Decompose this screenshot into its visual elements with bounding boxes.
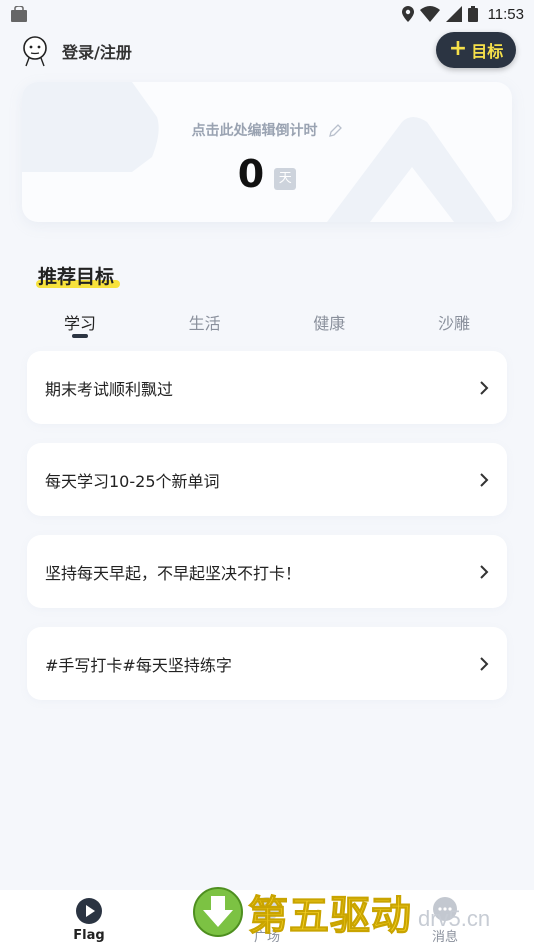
- wifi-icon: [419, 6, 440, 22]
- add-goal-label: 目标: [471, 42, 504, 61]
- add-goal-button[interactable]: + 目标: [436, 32, 516, 68]
- shopping-bag-icon: [11, 6, 27, 22]
- tab-label: 健康: [313, 314, 346, 333]
- edit-icon: [329, 124, 343, 137]
- tab-funny[interactable]: 沙雕: [392, 310, 516, 342]
- tab-label: 学习: [63, 314, 96, 333]
- watermark: 第五驱动 drv5.cn: [192, 880, 532, 944]
- goal-item-label: 每天学习10-25个新单词: [45, 471, 220, 491]
- list-item[interactable]: 坚持每天早起，不早起坚决不打卡！: [27, 535, 507, 608]
- list-item[interactable]: 每天学习10-25个新单词: [27, 443, 507, 516]
- chevron-right-icon: [480, 656, 489, 671]
- header: 登录/注册 + 目标: [0, 30, 534, 72]
- status-bar: 11:53: [0, 0, 534, 28]
- chevron-right-icon: [480, 472, 489, 487]
- countdown-card[interactable]: 点击此处编辑倒计时 0 天: [22, 82, 512, 222]
- goal-item-label: 期末考试顺利飘过: [45, 379, 174, 399]
- tab-life[interactable]: 生活: [143, 310, 267, 342]
- plus-icon: +: [448, 36, 468, 61]
- tab-active-indicator: [72, 334, 88, 338]
- countdown-value: 0: [237, 152, 265, 196]
- category-tabs: 学习 生活 健康 沙雕: [18, 310, 516, 342]
- chevron-right-icon: [480, 380, 489, 395]
- goal-list: 期末考试顺利飘过 每天学习10-25个新单词 坚持每天早起，不早起坚决不打卡！ …: [27, 351, 507, 719]
- countdown-unit: 天: [274, 168, 297, 190]
- watermark-domain: drv5.cn: [418, 906, 491, 931]
- status-left: [10, 6, 28, 22]
- location-icon: [401, 6, 414, 22]
- tab-study[interactable]: 学习: [18, 310, 142, 342]
- status-right: 11:53: [401, 5, 524, 23]
- avatar-icon[interactable]: [18, 34, 52, 68]
- battery-icon: [467, 6, 478, 22]
- section-title-text: 推荐目标: [38, 266, 115, 288]
- status-time: 11:53: [487, 5, 524, 23]
- flag-play-icon: [76, 897, 102, 924]
- goal-item-label: 坚持每天早起，不早起坚决不打卡！: [45, 563, 302, 583]
- tab-health[interactable]: 健康: [267, 310, 391, 342]
- countdown-label-text: 点击此处编辑倒计时: [191, 123, 318, 139]
- tab-label: 生活: [188, 314, 221, 333]
- countdown-value-row: 0 天: [22, 152, 512, 196]
- nav-item-flag[interactable]: Flag: [29, 897, 149, 943]
- section-title: 推荐目标: [36, 262, 120, 289]
- chevron-right-icon: [480, 564, 489, 579]
- signal-icon: [445, 6, 462, 22]
- tab-label: 沙雕: [437, 314, 470, 333]
- login-register-link[interactable]: 登录/注册: [62, 39, 132, 63]
- download-arrow-icon: [193, 887, 243, 937]
- nav-label: Flag: [73, 927, 105, 943]
- list-item[interactable]: 期末考试顺利飘过: [27, 351, 507, 424]
- countdown-edit-label[interactable]: 点击此处编辑倒计时: [22, 120, 512, 140]
- watermark-text: 第五驱动: [248, 893, 412, 940]
- goal-item-label: #手写打卡#每天坚持练字: [45, 655, 232, 675]
- list-item[interactable]: #手写打卡#每天坚持练字: [27, 627, 507, 700]
